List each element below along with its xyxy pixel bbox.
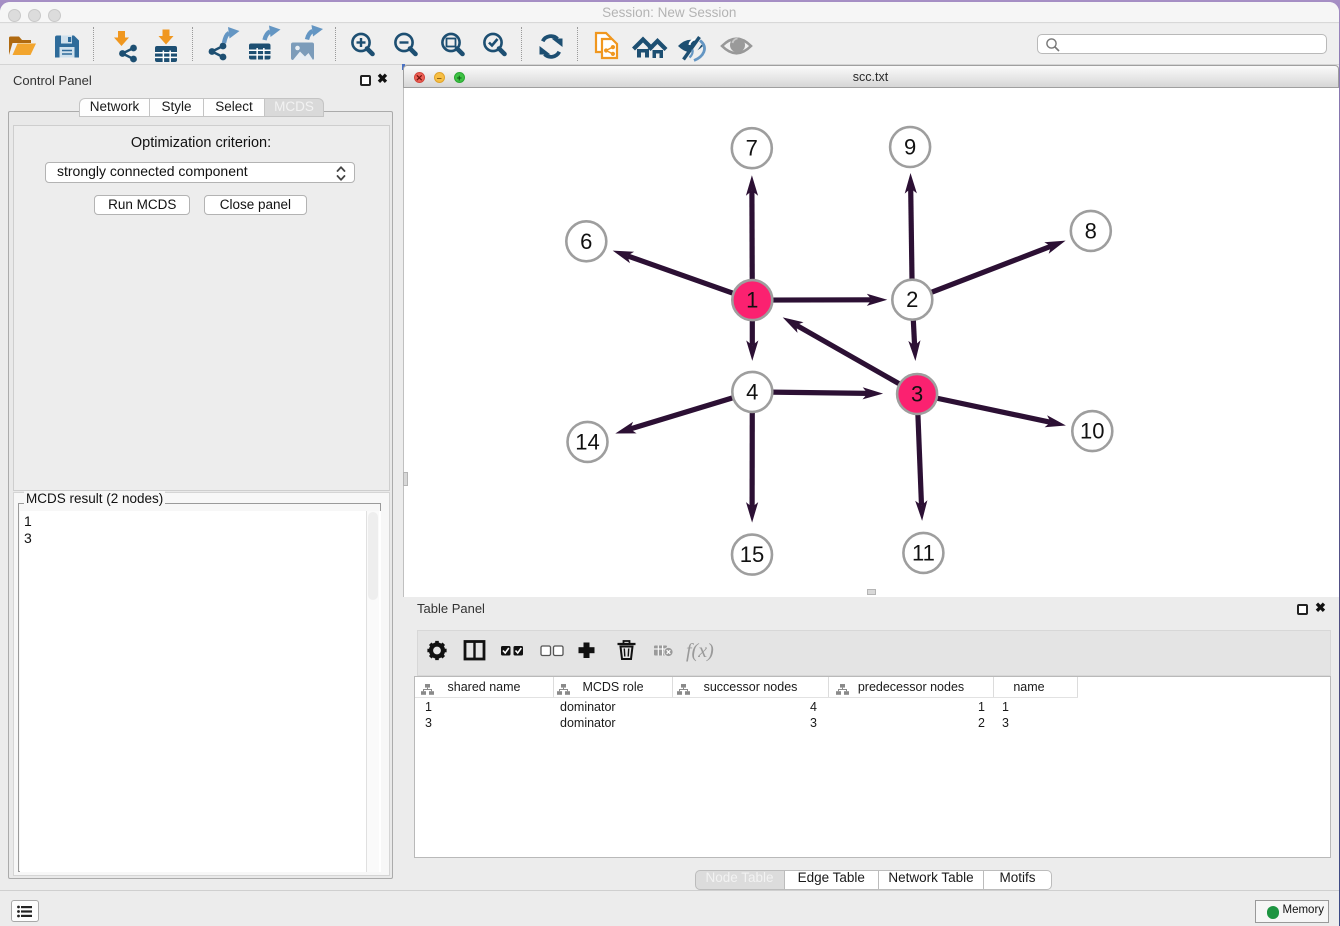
svg-text:4: 4 (746, 379, 758, 404)
svg-text:15: 15 (739, 542, 763, 567)
svg-text:1: 1 (746, 287, 758, 312)
svg-text:f(x): f(x) (686, 640, 714, 662)
svg-text:9: 9 (903, 134, 915, 159)
svg-text:8: 8 (1084, 218, 1096, 243)
svg-text:3: 3 (910, 381, 922, 406)
svg-text:6: 6 (580, 228, 592, 253)
svg-text:14: 14 (575, 429, 599, 454)
svg-text:7: 7 (745, 135, 757, 160)
svg-text:10: 10 (1080, 418, 1104, 443)
svg-text:11: 11 (911, 540, 934, 565)
svg-text:2: 2 (906, 287, 918, 312)
